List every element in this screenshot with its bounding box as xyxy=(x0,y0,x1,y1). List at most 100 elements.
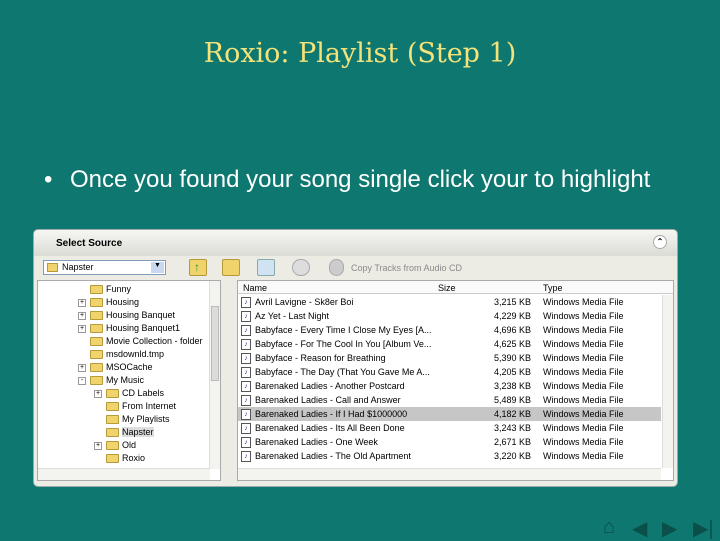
track-type: Windows Media File xyxy=(543,395,624,405)
tree-item-label: My Playlists xyxy=(122,414,170,424)
track-type: Windows Media File xyxy=(543,423,624,433)
track-row[interactable]: ♪ Barenaked Ladies - One Week 2,671 KB Wind… xyxy=(238,435,661,449)
track-row[interactable]: ♪ Babyface - Reason for Breathing 5,390 KB… xyxy=(238,351,661,365)
track-type: Windows Media File xyxy=(543,409,624,419)
media-file-icon: ♪ xyxy=(241,325,251,336)
track-name: Barenaked Ladies - Another Postcard xyxy=(255,381,405,391)
column-name[interactable]: Name xyxy=(243,283,267,293)
folder-icon xyxy=(90,350,103,360)
column-size[interactable]: Size xyxy=(438,283,456,293)
up-folder-icon[interactable]: ↑ xyxy=(189,259,207,276)
folders-icon[interactable] xyxy=(222,259,240,276)
track-row[interactable]: ♪ Babyface - The Day (That You Gave Me A.… xyxy=(238,365,661,379)
folder-icon xyxy=(90,285,103,295)
tree-item-label: Housing xyxy=(106,297,140,307)
tree-item[interactable]: Roxio xyxy=(106,452,145,465)
track-name: Avril Lavigne - Sk8er Boi xyxy=(255,297,354,307)
tree-item-label: From Internet xyxy=(122,401,177,411)
cd-icon[interactable] xyxy=(329,259,344,276)
expand-icon[interactable]: + xyxy=(78,364,86,372)
track-type: Windows Media File xyxy=(543,325,624,335)
track-row[interactable]: ♪ Barenaked Ladies - Another Postcard 3,23… xyxy=(238,379,661,393)
folder-icon xyxy=(90,337,103,347)
tree-item[interactable]: CD Labels xyxy=(106,387,164,400)
tree-item[interactable]: Housing Banquet1 xyxy=(90,322,180,335)
next-icon[interactable]: ▶ xyxy=(662,516,677,541)
tree-item[interactable]: My Playlists xyxy=(106,413,170,426)
scroll-thumb[interactable] xyxy=(211,306,219,381)
tree-item-label: CD Labels xyxy=(122,388,165,398)
expand-icon[interactable]: + xyxy=(78,299,86,307)
track-row[interactable]: ♪ Avril Lavigne - Sk8er Boi 3,215 KB Window… xyxy=(238,295,661,309)
combo-value: Napster xyxy=(62,262,94,272)
track-size: 3,220 KB xyxy=(493,451,531,461)
list-horizontal-scrollbar[interactable] xyxy=(238,468,661,480)
search-folder-icon[interactable] xyxy=(257,259,275,276)
track-type: Windows Media File xyxy=(543,311,624,321)
track-row[interactable]: ♪ Barenaked Ladies - Its All Been Done 3,2… xyxy=(238,421,661,435)
track-size: 3,215 KB xyxy=(493,297,531,307)
track-size: 4,182 KB xyxy=(493,409,531,419)
chevron-down-icon[interactable]: ▼ xyxy=(151,262,164,273)
toolbar: Napster ▼ ↑ Copy Tracks from Audio CD xyxy=(34,256,677,280)
folder-icon xyxy=(90,324,103,334)
tree-item[interactable]: Movie Collection - folder xyxy=(90,335,203,348)
track-size: 4,205 KB xyxy=(493,367,531,377)
track-name: Barenaked Ladies - Call and Answer xyxy=(255,395,401,405)
tree-item[interactable]: My Music xyxy=(90,374,144,387)
track-row[interactable]: ♪ Babyface - Every Time I Close My Eyes [… xyxy=(238,323,661,337)
track-name: Babyface - For The Cool In You [Album Ve… xyxy=(255,339,432,349)
media-file-icon: ♪ xyxy=(241,353,251,364)
folder-icon xyxy=(90,363,103,373)
track-type: Windows Media File xyxy=(543,437,624,447)
tree-item[interactable]: Housing Banquet xyxy=(90,309,175,322)
tree-item[interactable]: Old xyxy=(106,439,136,452)
column-type[interactable]: Type xyxy=(543,283,563,293)
last-icon[interactable]: ▶| xyxy=(693,516,714,541)
list-vertical-scrollbar[interactable] xyxy=(662,295,673,468)
tree-item-label: Movie Collection - folder xyxy=(106,336,203,346)
folder-tree[interactable]: Funny Housing + Housing Banquet + Housing Ban… xyxy=(37,280,221,481)
expand-icon[interactable]: + xyxy=(78,325,86,333)
tree-item[interactable]: From Internet xyxy=(106,400,176,413)
tree-item[interactable]: Housing xyxy=(90,296,139,309)
tree-item[interactable]: Napster xyxy=(106,426,154,439)
track-size: 5,390 KB xyxy=(493,353,531,363)
track-name: Babyface - Reason for Breathing xyxy=(255,353,386,363)
track-size: 3,243 KB xyxy=(493,423,531,433)
panel-title: Select Source xyxy=(56,238,123,249)
tree-vertical-scrollbar[interactable] xyxy=(209,281,220,469)
cd-info-icon[interactable] xyxy=(292,259,310,276)
track-row[interactable]: ♪ Barenaked Ladies - If I Had $1000000 4,1… xyxy=(238,407,661,421)
track-row[interactable]: ♪ Barenaked Ladies - Call and Answer 5,489… xyxy=(238,393,661,407)
media-file-icon: ♪ xyxy=(241,423,251,434)
media-file-icon: ♪ xyxy=(241,297,251,308)
collapse-icon[interactable]: ⌃ xyxy=(653,235,667,249)
copy-tracks-button[interactable]: Copy Tracks from Audio CD xyxy=(351,263,462,273)
tree-item[interactable]: Funny xyxy=(90,283,131,296)
expand-icon[interactable]: + xyxy=(94,442,102,450)
expand-icon[interactable]: + xyxy=(94,390,102,398)
track-row[interactable]: ♪ Barenaked Ladies - The Old Apartment 3,2… xyxy=(238,449,661,463)
bullet-dot: • xyxy=(44,166,53,193)
track-size: 4,229 KB xyxy=(493,311,531,321)
track-row[interactable]: ♪ Babyface - For The Cool In You [Album V… xyxy=(238,337,661,351)
collapse-tree-icon[interactable]: - xyxy=(78,377,86,385)
tree-item-label: Roxio xyxy=(122,453,146,463)
folder-icon xyxy=(106,454,119,464)
previous-icon[interactable]: ◀ xyxy=(632,516,647,541)
tree-item[interactable]: MSOCache xyxy=(90,361,153,374)
tree-item[interactable]: msdownld.tmp xyxy=(90,348,164,361)
media-file-icon: ♪ xyxy=(241,339,251,350)
track-name: Az Yet - Last Night xyxy=(255,311,330,321)
home-icon[interactable]: ⌂ xyxy=(603,516,615,539)
media-file-icon: ♪ xyxy=(241,311,251,322)
track-name: Barenaked Ladies - If I Had $1000000 xyxy=(255,409,408,419)
folder-combo[interactable]: Napster ▼ xyxy=(43,260,166,275)
media-file-icon: ♪ xyxy=(241,395,251,406)
track-list[interactable]: Name Size Type ♪ Avril Lavigne - Sk8er Bo… xyxy=(237,280,674,481)
track-row[interactable]: ♪ Az Yet - Last Night 4,229 KB Windows Medi… xyxy=(238,309,661,323)
media-file-icon: ♪ xyxy=(241,367,251,378)
tree-horizontal-scrollbar[interactable] xyxy=(38,468,210,480)
expand-icon[interactable]: + xyxy=(78,312,86,320)
